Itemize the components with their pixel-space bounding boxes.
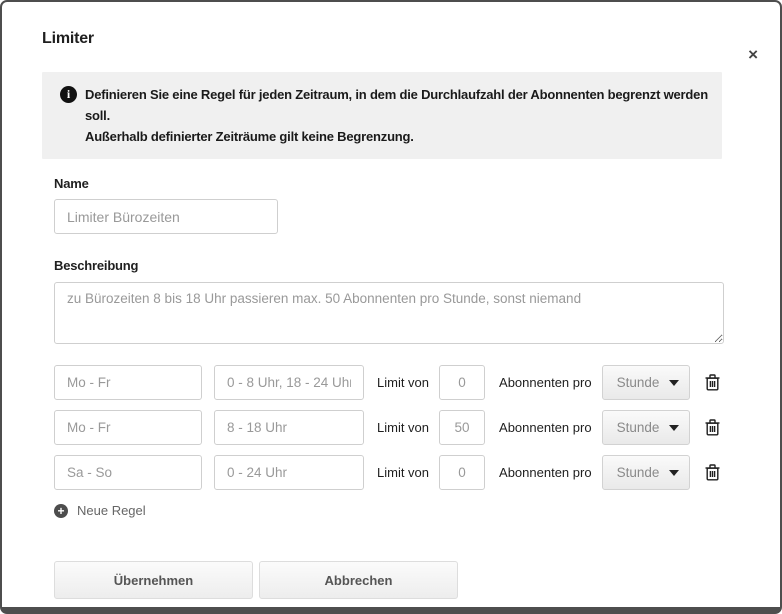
info-text: Definieren Sie eine Regel für jeden Zeit…: [85, 84, 708, 147]
trash-icon: [705, 464, 720, 481]
name-label: Name: [54, 176, 722, 191]
apply-button[interactable]: Übernehmen: [54, 561, 253, 599]
rule3-unit-value: Stunde: [617, 465, 669, 480]
rule1-per-label: Abonnenten pro: [499, 375, 592, 390]
rule-row-3: Limit von Abonnenten pro Stunde: [54, 455, 722, 490]
rule1-limit-input[interactable]: [439, 365, 485, 400]
add-rule-label: Neue Regel: [77, 503, 146, 518]
rule3-delete-button[interactable]: [703, 462, 722, 483]
rule1-time-input[interactable]: [214, 365, 364, 400]
chevron-down-icon: [669, 380, 679, 386]
trash-icon: [705, 419, 720, 436]
rule2-time-input[interactable]: [214, 410, 364, 445]
rule1-unit-value: Stunde: [617, 375, 669, 390]
rule3-limit-label: Limit von: [377, 465, 429, 480]
rule2-unit-value: Stunde: [617, 420, 669, 435]
description-label: Beschreibung: [54, 258, 722, 273]
rule1-unit-select[interactable]: Stunde: [602, 365, 690, 400]
cancel-button[interactable]: Abbrechen: [259, 561, 458, 599]
info-icon: i: [60, 86, 77, 103]
rule-row-2: Limit von Abonnenten pro Stunde: [54, 410, 722, 445]
description-textarea[interactable]: zu Bürozeiten 8 bis 18 Uhr passieren max…: [54, 282, 724, 344]
rule3-days-input[interactable]: [54, 455, 202, 490]
dialog-button-bar: Übernehmen Abbrechen: [54, 561, 722, 599]
trash-icon: [705, 374, 720, 391]
rule3-time-input[interactable]: [214, 455, 364, 490]
rule2-limit-label: Limit von: [377, 420, 429, 435]
chevron-down-icon: [669, 425, 679, 431]
rule1-days-input[interactable]: [54, 365, 202, 400]
dialog-title: Limiter: [42, 30, 722, 48]
chevron-down-icon: [669, 470, 679, 476]
rule-row-1: Limit von Abonnenten pro Stunde: [54, 365, 722, 400]
rule2-per-label: Abonnenten pro: [499, 420, 592, 435]
name-input[interactable]: [54, 199, 278, 234]
info-text-line1: Definieren Sie eine Regel für jeden Zeit…: [85, 84, 708, 126]
rule2-delete-button[interactable]: [703, 417, 722, 438]
rule2-unit-select[interactable]: Stunde: [602, 410, 690, 445]
info-banner: i Definieren Sie eine Regel für jeden Ze…: [42, 72, 722, 159]
limiter-dialog: × Limiter i Definieren Sie eine Regel fü…: [0, 0, 782, 614]
info-text-line2: Außerhalb definierter Zeiträume gilt kei…: [85, 126, 708, 147]
rule2-days-input[interactable]: [54, 410, 202, 445]
add-rule-button[interactable]: + Neue Regel: [54, 503, 146, 518]
rule1-limit-label: Limit von: [377, 375, 429, 390]
rule2-limit-input[interactable]: [439, 410, 485, 445]
rule3-limit-input[interactable]: [439, 455, 485, 490]
close-icon[interactable]: ×: [748, 46, 758, 63]
rule3-per-label: Abonnenten pro: [499, 465, 592, 480]
rule3-unit-select[interactable]: Stunde: [602, 455, 690, 490]
plus-icon: +: [54, 504, 68, 518]
rules-list: Limit von Abonnenten pro Stunde: [42, 365, 722, 490]
rule1-delete-button[interactable]: [703, 372, 722, 393]
dialog-body: × Limiter i Definieren Sie eine Regel fü…: [2, 30, 780, 614]
